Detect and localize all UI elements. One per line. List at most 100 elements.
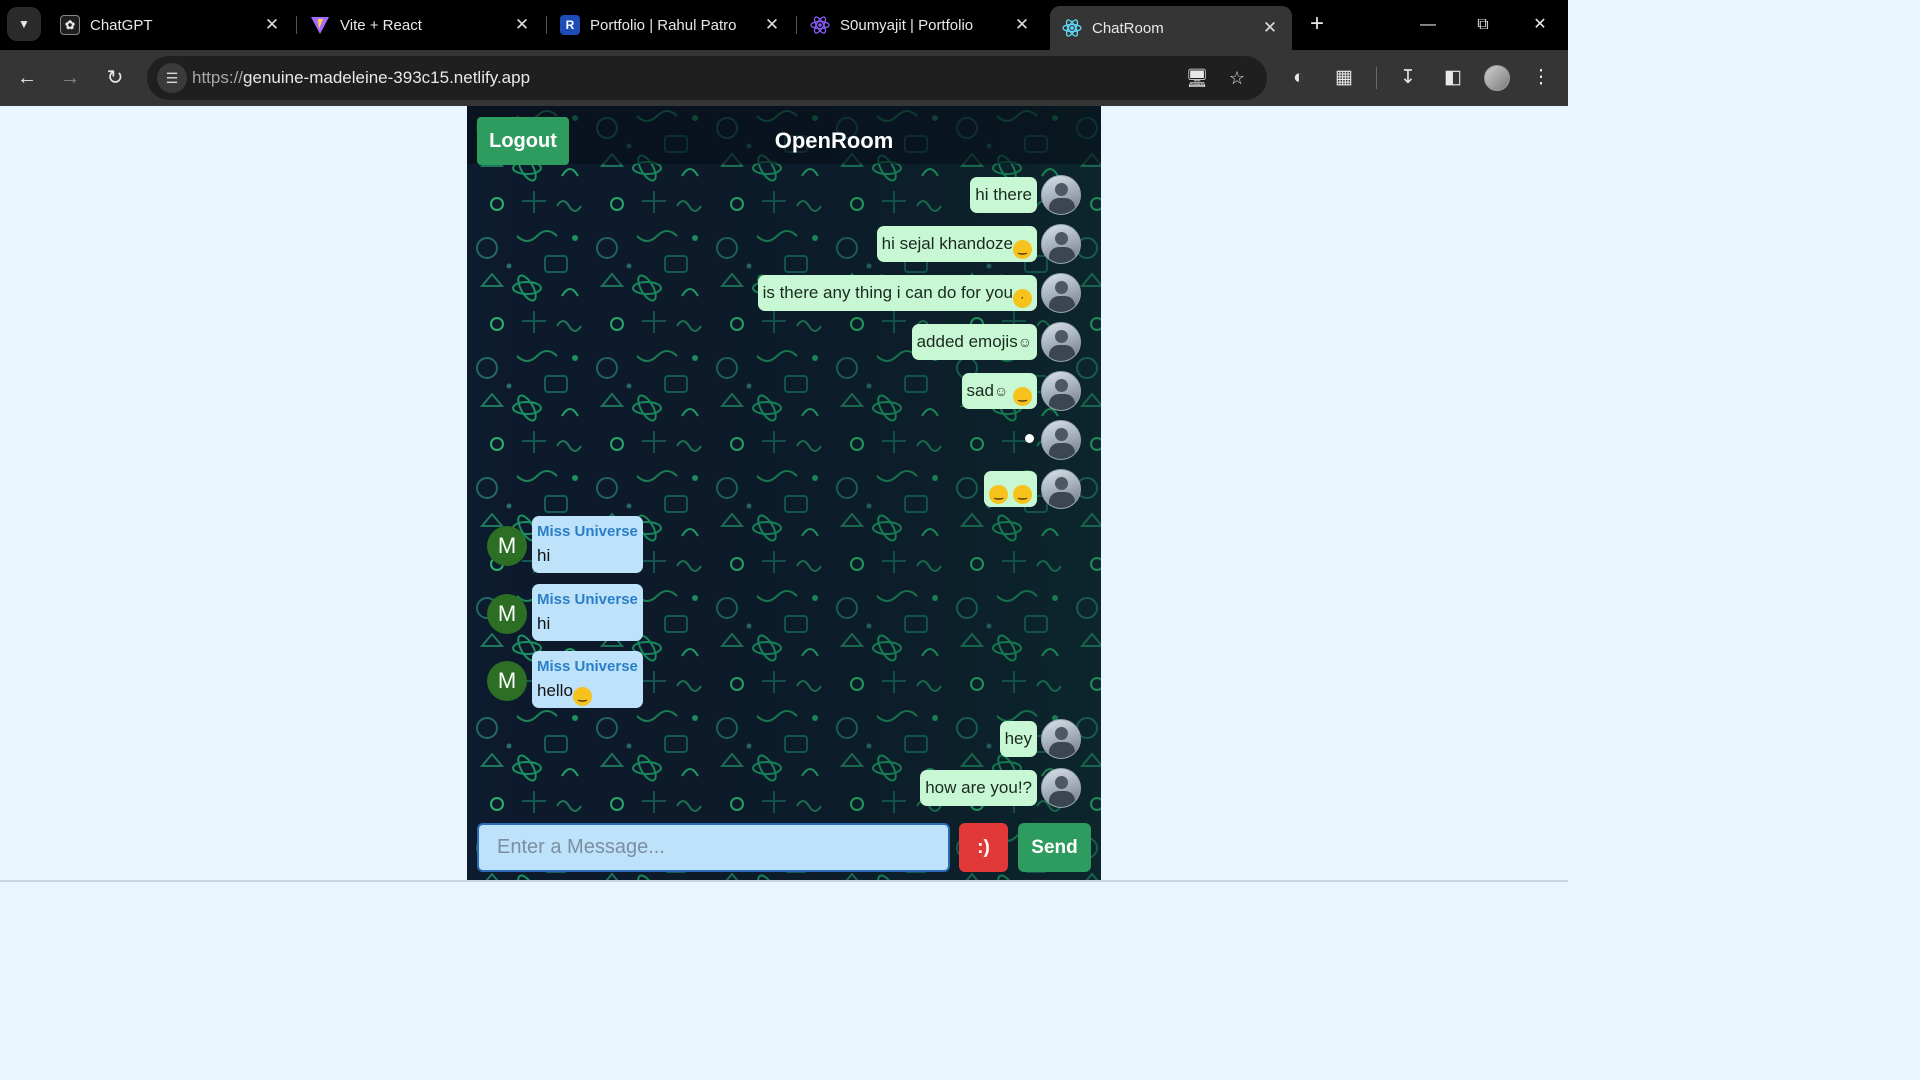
message-text: hi: [537, 546, 551, 565]
browser-tab-strip: ▼ ✿ ChatGPT ✕ Vite + React ✕ R Portfolio…: [0, 0, 1568, 50]
upside-down-face-emoji-icon: ‿: [1013, 387, 1032, 406]
grinning-face-emoji-icon: ‿: [1013, 240, 1032, 259]
own-message-bubble: hi there: [970, 177, 1037, 213]
sender-name: Miss Universe: [537, 658, 638, 675]
close-icon[interactable]: ✕: [762, 15, 782, 35]
message-text: how are you!?: [925, 778, 1032, 797]
url-text[interactable]: https://genuine-madeleine-393c15.netlify…: [192, 68, 530, 88]
user-avatar: [1041, 371, 1081, 411]
user-avatar: [1041, 224, 1081, 264]
own-message-bubble: sad☺ ‿: [961, 373, 1037, 409]
forward-arrow-icon[interactable]: →: [55, 63, 85, 93]
tab-chatgpt[interactable]: ✿ ChatGPT ✕: [48, 6, 294, 44]
small-smiley-emoji-icon: ☺: [1017, 334, 1032, 350]
sender-name: Miss Universe: [537, 591, 638, 608]
back-arrow-icon[interactable]: ←: [12, 63, 42, 93]
own-message: ‿ ‿: [467, 469, 1101, 509]
thinking-face-emoji-icon: ·: [1013, 289, 1032, 308]
tab-portfolio-rahul[interactable]: R Portfolio | Rahul Patro ✕: [548, 6, 794, 44]
squinting-face-emoji-icon: ‿: [1013, 485, 1032, 504]
side-panel-icon[interactable]: ◧: [1438, 63, 1468, 93]
sender-avatar: M: [487, 526, 527, 566]
emoji-picker-button[interactable]: :): [959, 823, 1008, 872]
sender-avatar: M: [487, 594, 527, 634]
kebab-menu-icon[interactable]: ⋮: [1526, 63, 1556, 93]
close-icon[interactable]: ✕: [512, 15, 532, 35]
bookmark-star-icon[interactable]: ☆: [1224, 65, 1250, 91]
browser-toolbar: ← → ↻ ☰ https://genuine-madeleine-393c15…: [0, 50, 1568, 106]
extension-glasses-icon[interactable]: ◐: [1284, 63, 1314, 93]
window-close-icon[interactable]: ✕: [1525, 12, 1555, 38]
close-icon[interactable]: ✕: [1260, 18, 1280, 38]
message-text: hi there: [975, 185, 1032, 204]
other-message: M Miss Universe hi: [467, 516, 1101, 576]
other-message: M Miss Universe hi: [467, 584, 1101, 644]
chevron-down-icon: ▼: [18, 17, 30, 31]
user-avatar: [1041, 273, 1081, 313]
sender-name: Miss Universe: [537, 523, 638, 540]
message-text: sad: [966, 381, 994, 400]
minimize-icon[interactable]: —: [1413, 12, 1443, 38]
own-message-bubble: hey: [999, 721, 1037, 757]
download-icon[interactable]: ↧: [1393, 63, 1423, 93]
user-avatar: [1041, 420, 1081, 460]
tab-chatroom[interactable]: ChatRoom ✕: [1050, 6, 1292, 50]
message-composer: :) Send: [467, 821, 1101, 882]
message-input[interactable]: [477, 823, 950, 872]
own-message-bubble: ‿ ‿: [984, 471, 1037, 507]
own-message-bubble: is there any thing i can do for you ·: [757, 275, 1037, 311]
user-avatar: [1041, 322, 1081, 362]
other-message-bubble: Miss Universe hi: [532, 516, 643, 573]
own-message: hi there: [467, 175, 1101, 215]
url-host: genuine-madeleine-393c15.netlify.app: [243, 68, 531, 87]
small-smiley-emoji-icon: ☺: [993, 383, 1009, 399]
new-tab-plus-icon[interactable]: +: [1304, 12, 1330, 38]
tab-divider: [546, 16, 547, 34]
user-avatar: [1041, 469, 1081, 509]
user-avatar: [1041, 719, 1081, 759]
tab-title: S0umyajit | Portfolio: [840, 16, 974, 34]
other-message-bubble: Miss Universe hello ‿: [532, 651, 643, 708]
user-avatar: [1041, 768, 1081, 808]
site-settings-icon[interactable]: ☰: [157, 63, 187, 93]
winking-face-emoji-icon: ‿: [989, 485, 1009, 504]
tab-soumyajit-portfolio[interactable]: S0umyajit | Portfolio ✕: [798, 6, 1044, 44]
other-message-bubble: Miss Universe hi: [532, 584, 643, 641]
smiling-face-with-halo-emoji-icon: ‿: [572, 687, 592, 706]
own-message: how are you!?: [467, 768, 1101, 808]
own-message: is there any thing i can do for you ·: [467, 273, 1101, 313]
page-bottom-divider: [0, 880, 1568, 882]
toolbar-divider: [1376, 67, 1377, 89]
vite-icon: [310, 15, 330, 35]
tab-title: ChatRoom: [1092, 19, 1164, 37]
react-icon: [810, 15, 830, 35]
send-button[interactable]: Send: [1018, 823, 1091, 872]
react-icon: [1062, 18, 1082, 38]
close-icon[interactable]: ✕: [262, 15, 282, 35]
tab-divider: [296, 16, 297, 34]
message-text: hi sejal khandoze: [881, 234, 1013, 253]
own-message-bubble: hi sejal khandoze ‿: [876, 226, 1037, 262]
tab-vite-react[interactable]: Vite + React ✕: [298, 6, 544, 44]
restore-icon[interactable]: ⧉: [1468, 12, 1498, 38]
own-message: [467, 420, 1101, 460]
url-scheme: https://: [192, 68, 244, 87]
reload-icon[interactable]: ↻: [100, 63, 130, 93]
address-bar[interactable]: ☰ https://genuine-madeleine-393c15.netli…: [147, 56, 1267, 100]
own-message: hey: [467, 719, 1101, 759]
close-icon[interactable]: ✕: [1012, 15, 1032, 35]
tab-title: ChatGPT: [90, 16, 153, 34]
own-message: hi sejal khandoze ‿: [467, 224, 1101, 264]
message-text: added emojis: [916, 332, 1018, 351]
own-message: sad☺ ‿: [467, 371, 1101, 411]
message-text: is there any thing i can do for you: [762, 283, 1013, 302]
extensions-puzzle-icon[interactable]: ▦: [1329, 63, 1359, 93]
message-text-content: hello: [537, 681, 573, 700]
message-text: hello ‿: [537, 678, 638, 706]
room-title: OpenRoom: [774, 128, 894, 153]
tab-search-button[interactable]: ▼: [7, 7, 41, 41]
install-app-icon[interactable]: 🖥: [1184, 65, 1210, 91]
profile-avatar[interactable]: [1484, 65, 1510, 91]
tab-title: Vite + React: [340, 16, 422, 34]
user-avatar: [1041, 175, 1081, 215]
